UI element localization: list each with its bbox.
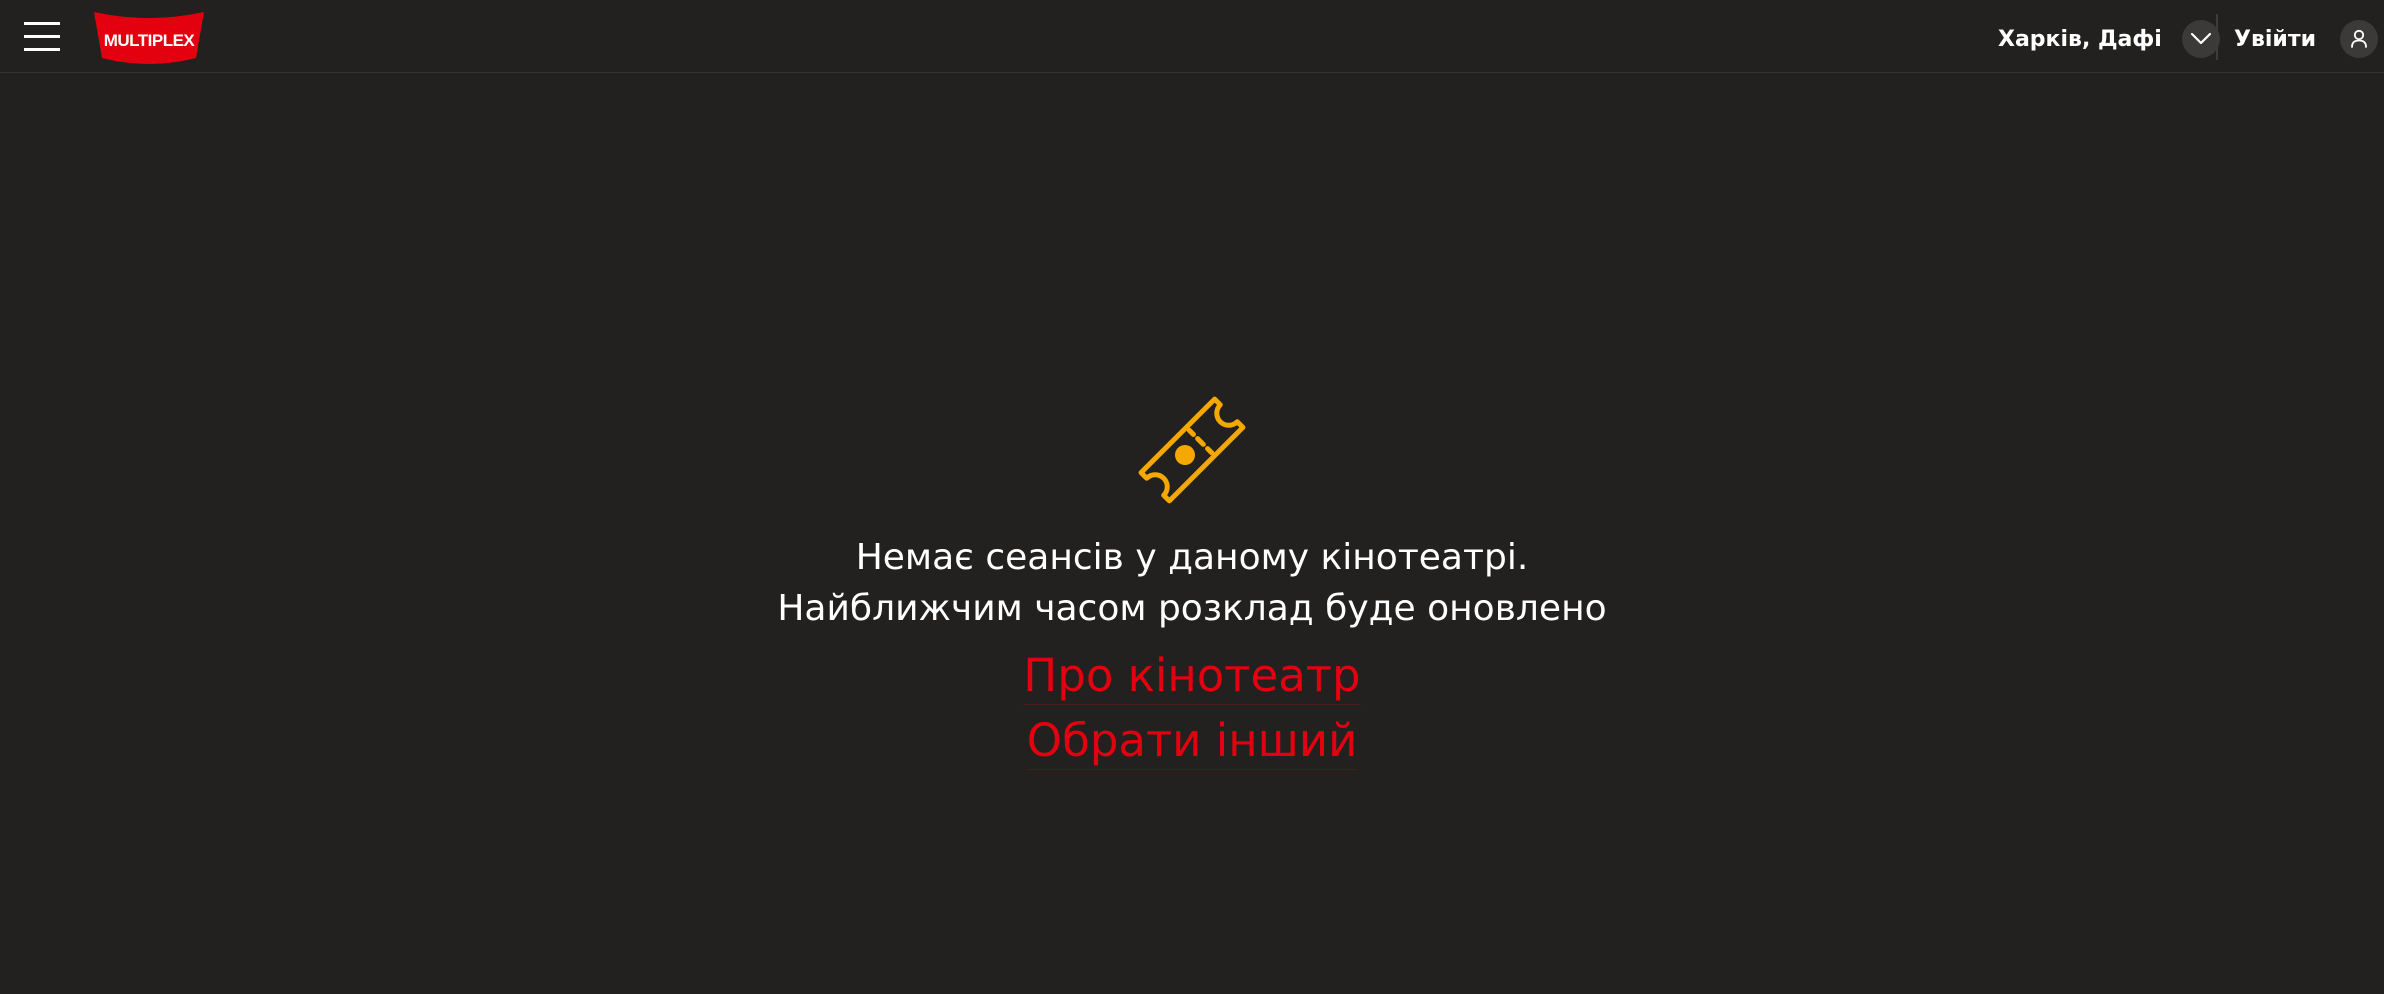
message-line-1: Немає сеансів у даному кінотеатрі. (855, 537, 1529, 578)
message-line-2: Найближчим часом розклад буде оновлено (777, 588, 1607, 629)
choose-other-cinema-link[interactable]: Обрати інший (1026, 713, 1358, 770)
top-header: MULTIPLEX Харків, Дафі Увійти (0, 0, 2384, 73)
login-button[interactable]: Увійти (2234, 20, 2379, 58)
location-selector[interactable]: Харків, Дафі (1998, 20, 2220, 58)
ticket-icon (1138, 396, 1246, 504)
svg-text:MULTIPLEX: MULTIPLEX (104, 31, 196, 50)
login-label: Увійти (2234, 26, 2317, 52)
menu-line (24, 35, 60, 38)
no-sessions-message: Немає сеансів у даному кінотеатрі. Найбл… (777, 532, 1606, 634)
header-divider (2216, 14, 2218, 60)
menu-line (24, 22, 60, 25)
empty-state: Немає сеансів у даному кінотеатрі. Найбл… (0, 380, 2384, 770)
hamburger-menu-icon[interactable] (24, 22, 60, 52)
user-icon[interactable] (2340, 20, 2379, 58)
location-label: Харків, Дафі (1998, 26, 2162, 52)
about-cinema-link[interactable]: Про кінотеатр (1023, 648, 1361, 705)
multiplex-logo[interactable]: MULTIPLEX (92, 8, 206, 66)
menu-line (24, 48, 60, 51)
chevron-down-icon[interactable] (2181, 20, 2220, 58)
